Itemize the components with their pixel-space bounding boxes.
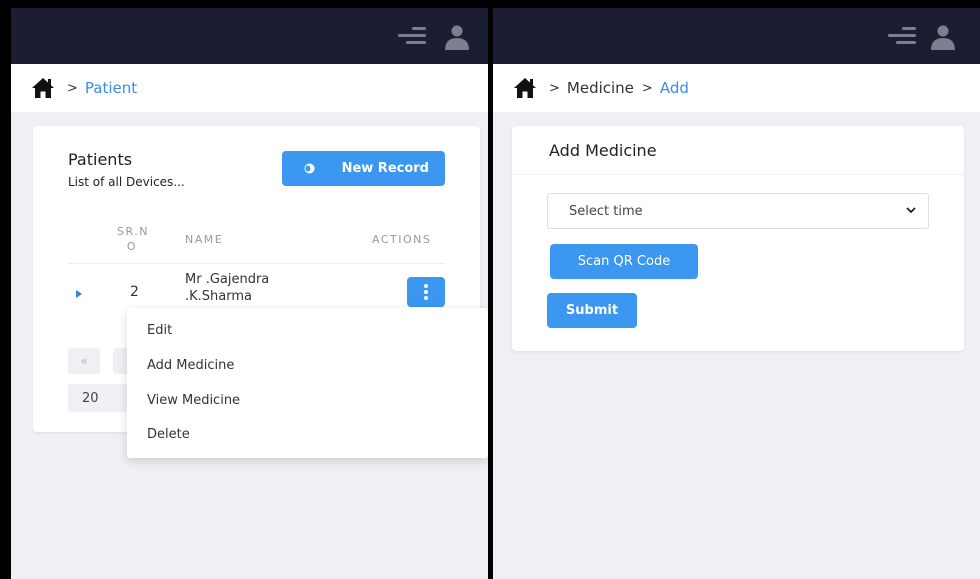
submit-button[interactable]: Submit xyxy=(547,293,637,328)
kebab-icon xyxy=(424,284,428,288)
breadcrumb-current[interactable]: Patient xyxy=(85,79,137,97)
page-size-select[interactable]: 20 xyxy=(68,384,128,412)
menu-icon[interactable] xyxy=(398,27,426,45)
cell-name-line2: .K.Sharma xyxy=(185,289,252,304)
cell-srno: 2 xyxy=(130,284,139,300)
new-record-button[interactable]: New Record xyxy=(282,151,445,186)
time-select-value: Select time xyxy=(569,203,643,219)
column-header-actions: ACTIONS xyxy=(372,233,432,246)
breadcrumb-parent[interactable]: Medicine xyxy=(567,79,634,97)
chevron-down-icon xyxy=(906,207,916,214)
card-subtitle: List of all Devices... xyxy=(68,175,185,189)
menu-item-view-medicine[interactable]: View Medicine xyxy=(147,393,240,408)
home-icon[interactable] xyxy=(513,77,537,99)
scan-qr-code-button[interactable]: Scan QR Code xyxy=(550,244,698,279)
menu-item-add-medicine[interactable]: Add Medicine xyxy=(147,358,234,373)
card-title: Add Medicine xyxy=(549,141,657,160)
cell-name: Mr .Gajendra .K.Sharma xyxy=(185,271,269,305)
add-medicine-screen: > Medicine > Add Add Medicine Select tim… xyxy=(493,8,980,579)
menu-item-delete[interactable]: Delete xyxy=(147,427,190,442)
record-icon xyxy=(304,163,315,174)
menu-item-edit[interactable]: Edit xyxy=(147,323,172,338)
card-title: Patients xyxy=(68,150,133,169)
add-medicine-card: Add Medicine Select time Scan QR Code Su… xyxy=(512,126,964,351)
caret-right-icon[interactable] xyxy=(76,290,82,298)
menu-icon[interactable] xyxy=(888,27,916,45)
user-icon[interactable] xyxy=(444,24,470,50)
cell-name-line1: Mr .Gajendra xyxy=(185,272,270,287)
breadcrumb: > Patient xyxy=(11,64,488,112)
breadcrumb-current[interactable]: Add xyxy=(660,79,689,97)
table-divider xyxy=(68,263,445,264)
user-icon[interactable] xyxy=(930,24,956,50)
home-icon[interactable] xyxy=(31,77,55,99)
breadcrumb-separator: > xyxy=(641,80,653,96)
row-actions-button[interactable] xyxy=(407,277,445,307)
top-bar xyxy=(11,8,488,64)
breadcrumb-separator: > xyxy=(67,80,78,96)
time-select[interactable]: Select time xyxy=(547,193,929,229)
breadcrumb-separator: > xyxy=(549,80,560,96)
row-actions-menu: Edit Add Medicine View Medicine Delete xyxy=(127,308,488,458)
patients-screen: > Patient Patients List of all Devices..… xyxy=(11,8,488,579)
top-bar xyxy=(493,8,980,64)
first-page-button[interactable]: « xyxy=(68,348,100,374)
new-record-label: New Record xyxy=(341,161,429,176)
column-header-name[interactable]: NAME xyxy=(185,233,223,246)
column-header-srno[interactable]: SR.N O xyxy=(117,224,147,254)
card-header-divider xyxy=(512,174,964,175)
breadcrumb: > Medicine > Add xyxy=(493,64,980,112)
